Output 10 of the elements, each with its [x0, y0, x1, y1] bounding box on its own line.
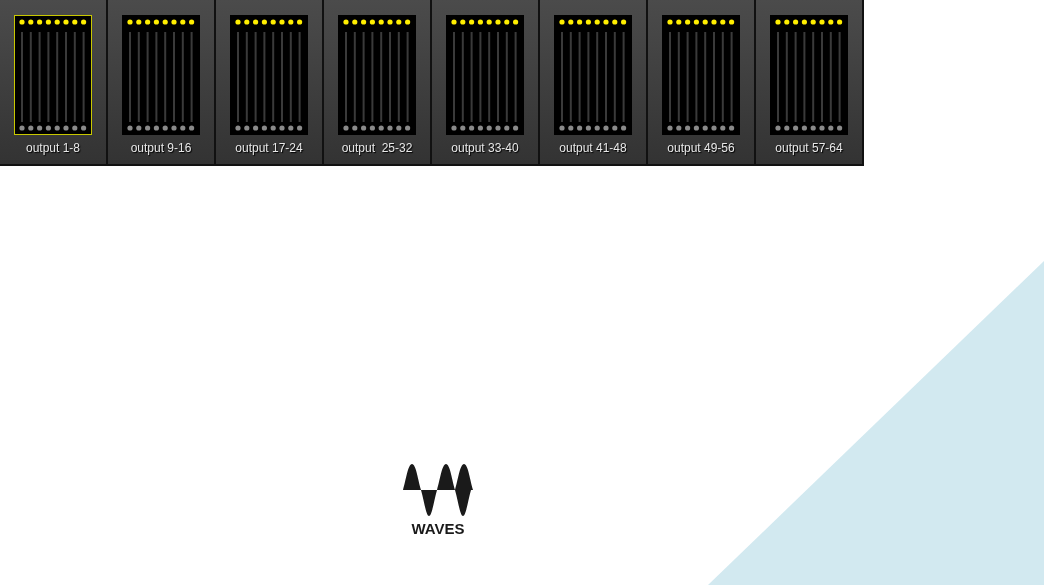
logo-text: WAVES [411, 521, 465, 537]
output-bank-button[interactable]: output 57-64 [756, 0, 864, 164]
output-bank-button[interactable]: output 1-8 [0, 0, 108, 164]
wave-logo-icon [402, 462, 474, 518]
output-bank-button[interactable]: output 9-16 [108, 0, 216, 164]
output-bank-button[interactable]: output 25-32 [324, 0, 432, 164]
output-bank-button[interactable]: output 41-48 [540, 0, 648, 164]
output-bank-button[interactable]: output 17-24 [216, 0, 324, 164]
output-bank-button[interactable]: output 33-40 [432, 0, 540, 164]
output-bank-button[interactable]: output 49-56 [648, 0, 756, 164]
